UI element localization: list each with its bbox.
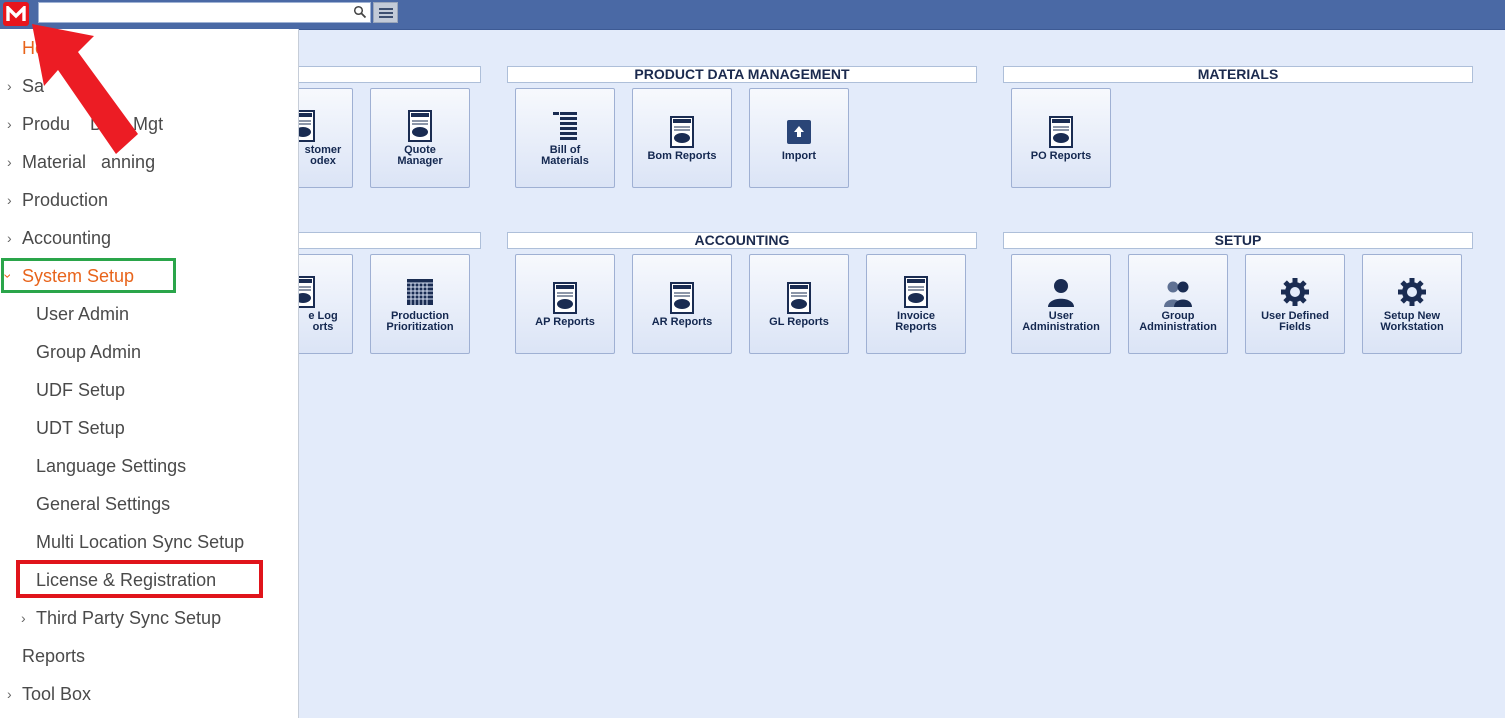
group-icon <box>1164 281 1192 307</box>
hamburger-menu-button[interactable] <box>373 2 398 23</box>
user-icon <box>1048 279 1074 307</box>
tile-label: AP Reports <box>535 315 595 328</box>
tile-label: User Administration <box>1022 310 1100 333</box>
sidebar-item-accounting[interactable]: › Accounting <box>0 219 298 257</box>
report-icon <box>553 281 577 314</box>
import-icon <box>787 119 811 144</box>
annotation-arrow-icon <box>32 24 138 154</box>
tile-user-administration[interactable]: User Administration <box>1011 254 1111 354</box>
search-input[interactable] <box>38 2 371 23</box>
tile-user-defined-fields[interactable]: User Defined Fields <box>1245 254 1345 354</box>
report-icon <box>670 281 694 314</box>
tile-ar-reports[interactable]: AR Reports <box>632 254 732 354</box>
sidebar-item-label: UDF Setup <box>36 380 126 400</box>
tile-quote-manager[interactable]: Quote Manager <box>370 88 470 188</box>
sidebar-item-label: Language Settings <box>36 456 187 476</box>
hamburger-icon <box>378 7 393 18</box>
tile-label: Import <box>781 149 817 162</box>
tile-label: Bom Reports <box>647 149 717 162</box>
tile-gl-reports[interactable]: GL Reports <box>749 254 849 354</box>
tile-po-reports[interactable]: PO Reports <box>1011 88 1111 188</box>
sidebar-item-udt-setup[interactable]: UDT Setup <box>0 409 298 447</box>
report-icon <box>670 115 694 148</box>
sidebar-item-label: UDT Setup <box>36 418 125 438</box>
tile-label: GL Reports <box>769 315 829 328</box>
section-header-materials: MATERIALS <box>1003 66 1473 83</box>
tile-bom-reports[interactable]: Bom Reports <box>632 88 732 188</box>
section-header-product-data-management: PRODUCT DATA MANAGEMENT <box>507 66 977 83</box>
tile-bill-of-materials[interactable]: Bill of Materials <box>515 88 615 188</box>
chevron-right-icon: › <box>21 610 26 626</box>
tile-group-administration[interactable]: Group Administration <box>1128 254 1228 354</box>
tile-setup-new-workstation[interactable]: Setup New Workstation <box>1362 254 1462 354</box>
bill-of-materials-icon <box>553 112 577 140</box>
sidebar-item-reports[interactable]: Reports <box>0 637 298 675</box>
report-icon <box>408 110 432 142</box>
sidebar-item-user-admin[interactable]: User Admin <box>0 295 298 333</box>
grid-calendar-icon <box>407 279 433 305</box>
gear-icon <box>1398 278 1426 306</box>
section-header-setup: SETUP <box>1003 232 1473 249</box>
sidebar-item-production[interactable]: › Production <box>0 181 298 219</box>
sidebar-item-udf-setup[interactable]: UDF Setup <box>0 371 298 409</box>
sidebar-item-label: Third Party Sync Setup <box>36 608 222 628</box>
sidebar-item-multi-location-sync-setup[interactable]: Multi Location Sync Setup <box>0 523 298 561</box>
chevron-right-icon: › <box>7 192 12 208</box>
section-header-production <box>290 232 481 249</box>
tile-label: Bill of Materials <box>541 144 589 167</box>
tile-label: Quote Manager <box>397 144 443 167</box>
section-header-accounting: ACCOUNTING <box>507 232 977 249</box>
chevron-right-icon: › <box>7 686 12 702</box>
highlight-box-red <box>16 560 263 598</box>
report-icon <box>904 276 928 308</box>
sidebar-item-label: Production <box>22 190 109 210</box>
tile-production-prioritization[interactable]: Production Prioritization <box>370 254 470 354</box>
chevron-right-icon: › <box>7 154 12 170</box>
chevron-right-icon: › <box>7 116 12 132</box>
gear-icon <box>1281 278 1309 306</box>
tile-label: PO Reports <box>1030 149 1092 162</box>
highlight-box-green <box>1 258 176 293</box>
section-header-sales <box>290 66 481 83</box>
tile-import[interactable]: Import <box>749 88 849 188</box>
chevron-right-icon: › <box>7 230 12 246</box>
tile-label: User Defined Fields <box>1261 310 1329 333</box>
report-icon <box>787 281 811 314</box>
sidebar-item-group-admin[interactable]: Group Admin <box>0 333 298 371</box>
chevron-right-icon: › <box>7 78 12 94</box>
sidebar-item-label: Accounting <box>22 228 112 248</box>
sidebar-item-label: Reports <box>22 646 86 666</box>
tile-label: Group Administration <box>1139 310 1217 333</box>
tile-ap-reports[interactable]: AP Reports <box>515 254 615 354</box>
search-icon[interactable] <box>353 5 367 19</box>
tile-label: AR Reports <box>651 315 713 328</box>
sidebar-item-label: General Settings <box>36 494 171 514</box>
sidebar-item-general-settings[interactable]: General Settings <box>0 485 298 523</box>
sidebar-item-third-party-sync-setup[interactable]: › Third Party Sync Setup <box>0 599 298 637</box>
top-bar <box>0 0 1505 30</box>
sidebar-item-label: User Admin <box>36 304 130 324</box>
sidebar-item-label: Group Admin <box>36 342 142 362</box>
sidebar-item-tool-box[interactable]: › Tool Box <box>0 675 298 713</box>
tile-invoice-reports[interactable]: Invoice Reports <box>866 254 966 354</box>
search-field[interactable] <box>42 4 346 23</box>
tile-label: Invoice Reports <box>895 310 937 333</box>
report-icon <box>1049 115 1073 148</box>
tile-label: Setup New Workstation <box>1380 310 1444 333</box>
tile-label: Production Prioritization <box>386 310 454 333</box>
sidebar-item-label: Tool Box <box>22 684 92 704</box>
sidebar-item-label: Multi Location Sync Setup <box>36 532 245 552</box>
sidebar-item-language-settings[interactable]: Language Settings <box>0 447 298 485</box>
app-logo-icon[interactable] <box>3 2 29 26</box>
